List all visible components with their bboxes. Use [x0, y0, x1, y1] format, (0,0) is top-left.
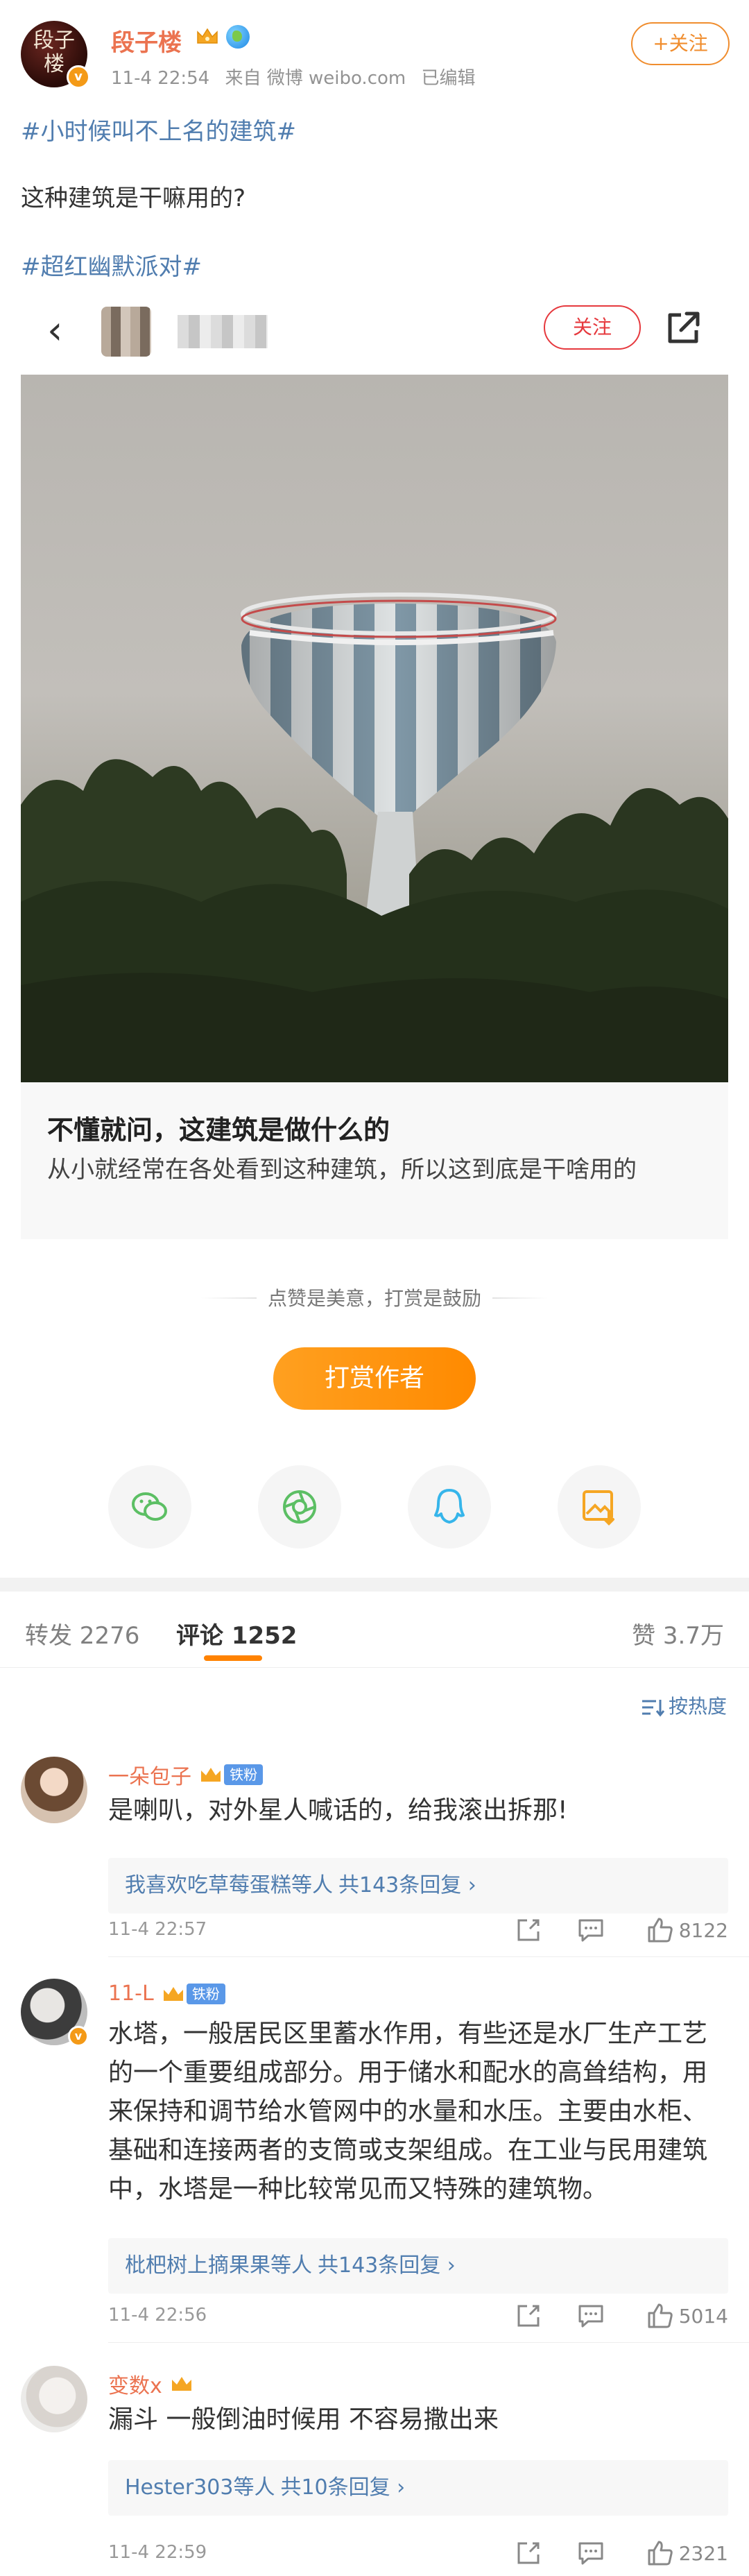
commenter-avatar[interactable]: v	[21, 1979, 89, 2047]
comment-icon[interactable]	[577, 2302, 605, 2330]
post-edited: 已编辑	[421, 68, 476, 89]
share-wechat-button[interactable]	[108, 1465, 191, 1549]
author-name[interactable]: 段子楼	[111, 24, 182, 58]
caption-text: 从小就经常在各处看到这种建筑，所以这到底是干啥用的	[47, 1156, 637, 1184]
section-divider	[0, 1578, 749, 1592]
comment-replies[interactable]: 枇杷树上摘果果等人 共143条回复 ›	[108, 2238, 728, 2294]
comment-footer: 11-4 22:59 2321	[108, 2539, 728, 2567]
reply-count[interactable]: 共143条回复 ›	[338, 1873, 476, 1897]
comment-replies[interactable]: Hester303等人 共10条回复 ›	[108, 2460, 728, 2516]
qq-icon	[434, 1489, 465, 1524]
comment-icon[interactable]	[577, 2539, 605, 2567]
reward-tip: 点赞是美意，打赏是鼓励	[267, 1287, 481, 1310]
follow-button[interactable]: +关注	[631, 22, 730, 65]
topic-link-2[interactable]: #超红幽默派对#	[21, 248, 202, 282]
share-row	[0, 1465, 749, 1549]
comment-replies[interactable]: 我喜欢吃草莓蛋糕等人 共143条回复 ›	[108, 1858, 728, 1913]
commenter-name-row: 一朵包子 铁粉	[108, 1759, 264, 1789]
comment-divider	[108, 2342, 749, 2343]
sort-by-heat-button[interactable]: 按热度	[641, 1691, 727, 1719]
tab-repost[interactable]: 转发 2276	[25, 1617, 139, 1650]
blurred-avatar	[101, 307, 151, 357]
like-count: 2321	[678, 2542, 728, 2565]
comment-text: 漏斗 一般倒油时候用 不容易撒出来	[108, 2405, 499, 2434]
share-moments-button[interactable]	[258, 1465, 341, 1549]
comment-time: 11-4 22:56	[108, 2305, 207, 2326]
repost-icon[interactable]	[515, 2539, 542, 2567]
water-tower-illustration	[21, 592, 728, 1082]
post-tabs: 转发 2276 评论 1252 赞 3.7万	[0, 1592, 749, 1668]
share-qq-button[interactable]	[408, 1465, 491, 1549]
sort-icon	[642, 1700, 664, 1717]
embed-caption: 不懂就问，这建筑是做什么的 从小就经常在各处看到这种建筑，所以这到底是干啥用的	[21, 1082, 728, 1239]
comment-time: 11-4 22:59	[108, 2542, 207, 2563]
blurred-username	[178, 315, 268, 348]
water-tower-photo	[21, 375, 728, 1082]
comment-text: 水塔，一般居民区里蓄水作用，有些还是水厂生产工艺的一个重要组成部分。用于储水和配…	[108, 2020, 708, 2203]
fan-badge: 铁粉	[224, 1764, 264, 1785]
post-source: 来自 微博 weibo.com	[225, 68, 406, 89]
comment-footer: 11-4 22:56 5014	[108, 2302, 728, 2330]
crown-icon	[201, 1768, 221, 1782]
commenter-avatar[interactable]	[21, 1757, 87, 1823]
commenter-name-row: 变数x	[108, 2369, 193, 2398]
reply-users[interactable]: Hester303等人	[125, 2475, 275, 2500]
reward-author-button[interactable]: 打赏作者	[273, 1347, 476, 1410]
post-header: 段子楼 v 段子楼 11-4 22:54 来自 微博 weibo.com 已编辑…	[0, 0, 749, 104]
save-image-button[interactable]	[558, 1465, 641, 1549]
crown-icon	[163, 1986, 183, 2001]
topic-link-1[interactable]: #小时候叫不上名的建筑#	[21, 112, 296, 146]
tab-comment[interactable]: 评论 1252	[176, 1617, 297, 1650]
commenter-name-row: 11-L 铁粉	[108, 1981, 225, 2009]
globe-icon	[226, 25, 250, 49]
embed-topbar: ‹ 关注	[21, 291, 728, 372]
comment-time: 11-4 22:57	[108, 1919, 207, 1940]
crown-icon	[171, 2377, 191, 2391]
reward-divider-right	[492, 1297, 548, 1299]
like-icon[interactable]	[646, 1916, 674, 1944]
comment-text: 是喇叭，对外星人喊话的，给我滚出拆那!	[108, 1796, 568, 1825]
crown-icon	[197, 28, 218, 44]
commenter-avatar[interactable]	[21, 2366, 87, 2432]
embed-follow-button: 关注	[544, 305, 641, 350]
author-avatar[interactable]: 段子楼 v	[21, 21, 90, 89]
reply-count[interactable]: 共10条回复 ›	[280, 2475, 405, 2500]
embedded-screenshot[interactable]: ‹ 关注 不懂就问，这建筑是做什么的 从小就经常在各处看到这种建筑，所以这到底是…	[21, 291, 728, 1243]
commenter-name[interactable]: 11-L	[108, 1981, 154, 2006]
verified-badge-icon: v	[68, 2026, 89, 2047]
sort-row: 按热度	[0, 1689, 749, 1730]
fan-badge: 铁粉	[186, 1983, 225, 2004]
tab-active-indicator	[204, 1655, 262, 1661]
verified-badge-icon: v	[67, 65, 90, 89]
comment-footer: 11-4 22:57 8122	[108, 1916, 728, 1944]
moments-icon	[283, 1490, 316, 1524]
comment-divider	[108, 1956, 749, 1957]
comment-icon[interactable]	[577, 1916, 605, 1944]
commenter-name[interactable]: 变数x	[108, 2374, 162, 2398]
repost-icon[interactable]	[515, 2302, 542, 2330]
like-count: 8122	[678, 1919, 728, 1942]
caption-title: 不懂就问，这建筑是做什么的	[47, 1115, 390, 1145]
post-text: 这种建筑是干嘛用的?	[21, 185, 246, 212]
tab-like[interactable]: 赞 3.7万	[632, 1617, 724, 1650]
save-image-icon	[583, 1490, 614, 1526]
back-arrow-icon: ‹	[47, 308, 63, 353]
wechat-icon	[132, 1492, 167, 1521]
like-icon[interactable]	[646, 2302, 674, 2330]
like-count: 5014	[678, 2305, 728, 2328]
reply-users[interactable]: 我喜欢吃草莓蛋糕等人	[125, 1873, 333, 1897]
like-icon[interactable]	[646, 2539, 674, 2567]
reply-users[interactable]: 枇杷树上摘果果等人	[125, 2253, 312, 2278]
commenter-name[interactable]: 一朵包子	[108, 1765, 191, 1789]
post-time: 11-4 22:54	[111, 68, 210, 89]
reply-count[interactable]: 共143条回复 ›	[318, 2253, 456, 2278]
sort-label: 按热度	[668, 1695, 727, 1718]
repost-icon[interactable]	[515, 1916, 542, 1944]
post-meta: 11-4 22:54 来自 微博 weibo.com 已编辑	[111, 64, 485, 89]
share-icon	[668, 312, 700, 343]
